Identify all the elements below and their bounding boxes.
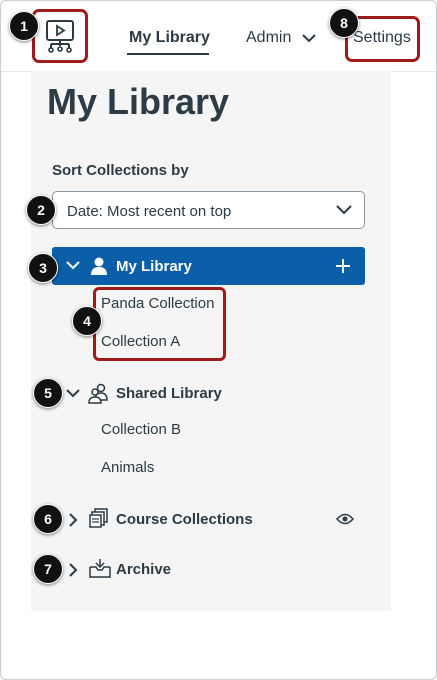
nav-my-library[interactable]: My Library [129,29,210,47]
callout-badge: 6 [33,504,63,534]
nav-admin-menu[interactable]: Admin [246,29,316,47]
nav-settings[interactable]: Settings [353,29,411,47]
callout-badge: 1 [9,11,39,41]
eye-icon[interactable] [336,512,354,526]
studio-logo-icon [46,20,74,53]
chevron-down-icon [66,389,80,398]
collection-item-animals[interactable]: Animals [101,459,154,476]
app-window: My Library Admin Settings My Library Sor… [0,0,437,680]
callout-badge: 5 [33,378,63,408]
tree-item-label: Archive [116,561,172,578]
course-collections-icon [89,508,108,528]
callout-badge: 3 [28,253,58,283]
shared-users-icon [88,383,108,404]
sort-select-value: Date: Most recent on top [67,203,232,220]
callout-badge: 8 [329,8,359,38]
user-icon [91,257,107,275]
tree-item-archive[interactable]: Archive [59,555,359,583]
tree-item-label: Course Collections [116,511,253,528]
collection-item-b[interactable]: Collection B [101,421,181,438]
tree-item-label: Shared Library [116,385,222,402]
callout-badge: 2 [26,195,56,225]
nav-admin-label: Admin [246,29,292,46]
sort-label: Sort Collections by [52,162,189,179]
callout-badge: 7 [33,554,63,584]
studio-logo-button[interactable] [32,9,88,63]
add-icon[interactable] [335,258,351,274]
page-title: My Library [47,81,230,122]
tree-item-my-library[interactable]: My Library [52,247,365,285]
nav-active-underline [127,53,209,55]
sort-select[interactable]: Date: Most recent on top [52,191,365,229]
chevron-right-icon [69,563,78,577]
chevron-down-icon [66,261,80,270]
chevron-down-icon [302,34,316,43]
tree-item-shared-library[interactable]: Shared Library [59,379,359,407]
top-nav-bar: My Library Admin Settings [1,1,436,72]
tree-item-label: My Library [116,258,192,275]
tree-item-course-collections[interactable]: Course Collections [59,505,359,533]
chevron-right-icon [69,513,78,527]
chevron-down-icon [336,205,352,215]
archive-icon [89,559,111,578]
collections-highlight [93,287,226,361]
callout-badge: 4 [72,306,102,336]
